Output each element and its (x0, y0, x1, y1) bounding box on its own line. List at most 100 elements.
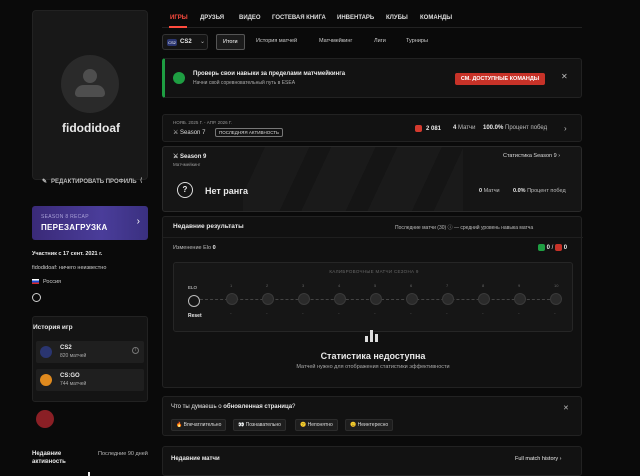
tab-tournaments[interactable]: Турниры (406, 38, 428, 44)
esea-banner: Проверь свои навыки за пределами матчмей… (162, 58, 582, 98)
bar-chart-icon (84, 472, 96, 476)
feedback-question: Что ты думаешь о обновленная страница? (171, 404, 295, 410)
s9-winrate-label: Процент побед (527, 188, 566, 194)
recent-activity-label: Недавние активность (32, 451, 66, 465)
close-icon[interactable]: ✕ (563, 404, 569, 412)
calibration-track: КАЛИБРОВОЧНЫЕ МАТЧИ СЕЗОНА 9 ELO Reset 1… (173, 262, 573, 332)
esea-logo-icon (173, 72, 185, 84)
game-matches: 820 матчей (60, 353, 87, 359)
node-dash: - (338, 311, 340, 317)
tab-leagues[interactable]: Лиги (374, 38, 386, 44)
game-history: История игр CS2 820 матчей i CS:GO 744 м… (32, 316, 148, 402)
swords-icon: ⚔ (173, 154, 181, 160)
season-recap-banner[interactable]: SEASON 8 RECAP ПЕРЕЗАГРУЗКА › (32, 206, 148, 240)
pencil-icon: ✎ (42, 179, 48, 185)
swords-icon: ⚔ (173, 130, 181, 136)
tab-teams[interactable]: КОМАНДЫ (420, 15, 452, 21)
recap-small-label: SEASON 8 RECAP (41, 214, 89, 220)
game-selector[interactable]: CS2 CS2 ⌄ (162, 34, 208, 50)
see-teams-button[interactable]: СМ. ДОСТУПНЫЕ КОМАНДЫ (455, 73, 545, 85)
country-row: Россия (32, 278, 106, 286)
cs2-icon (40, 346, 52, 358)
tab-summary[interactable]: Итоги (216, 34, 245, 50)
node-dash: - (302, 311, 304, 317)
node-label: 2 (266, 283, 269, 288)
share-icon: ⟨ (140, 178, 143, 184)
banner-subtitle: Начни свой соревновательный путь в ESEA (193, 80, 296, 86)
reset-label: Reset (188, 313, 202, 319)
info-icon[interactable]: ⓘ (448, 225, 453, 231)
calibration-node (514, 293, 526, 305)
recent-period-label: Последние 90 дней (98, 451, 148, 457)
question-pre: Что ты думаешь о (171, 404, 224, 410)
elo-number: 2 081 (426, 126, 442, 133)
node-label: 9 (518, 283, 521, 288)
bar-chart-icon (365, 330, 379, 342)
tab-clubs[interactable]: КЛУБЫ (386, 15, 408, 21)
stats-unavailable-subtitle: Матчей нужно для отображения статистики … (296, 364, 450, 370)
chevron-right-icon: › (558, 153, 561, 159)
last-activity-tag: ПОСЛЕДНЯЯ АКТИВНОСТЬ (215, 128, 283, 137)
feedback-panel: Что ты думаешь о обновленная страница? ✕… (162, 396, 582, 436)
season-dates: НОЯБ. 2025 Г. - АПР. 2026 Г. (173, 120, 232, 125)
full-history-link[interactable]: Full match history › (515, 456, 561, 462)
faceit-badge-icon[interactable] (36, 410, 54, 428)
banner-title: Проверь свои навыки за пределами матчмей… (193, 71, 346, 77)
tab-inventory[interactable]: ИНВЕНТАРЬ (337, 15, 374, 21)
calibration-node (550, 293, 562, 305)
tab-games[interactable]: ИГРЫ (170, 15, 188, 21)
recent-results-title: Недавние результаты (173, 223, 244, 230)
feedback-option-confusing[interactable]: 😕 Непонятно (295, 419, 338, 431)
season9-name: Season 9 (180, 154, 207, 160)
node-label: 3 (302, 283, 305, 288)
game-selector-label: CS2 (180, 39, 192, 45)
level-icon (415, 125, 422, 132)
member-since: Участник с 17 сент. 2021 г. (32, 251, 103, 257)
win-icon (538, 244, 545, 251)
elo-node (188, 295, 200, 307)
share-button[interactable]: ⟨ (140, 177, 148, 184)
matches-label: Матчи (458, 125, 476, 131)
recent-period: Последние 90 дней (98, 450, 148, 458)
feedback-option-uninteresting[interactable]: 😐 Неинтересно (345, 419, 394, 431)
node-label: 5 (374, 283, 377, 288)
node-dash: - (266, 311, 268, 317)
game-row-cs2[interactable]: CS2 820 матчей i (36, 341, 144, 363)
tab-matchmaking[interactable]: Матчмейкинг (319, 38, 352, 44)
elo-change: Изменение Elo 0 (173, 245, 216, 251)
tab-guestbook[interactable]: ГОСТЕВАЯ КНИГА (272, 15, 326, 21)
game-row-csgo[interactable]: CS:GO 744 матчей (36, 369, 144, 391)
node-dash: - (410, 311, 412, 317)
feedback-option-informative[interactable]: 👀 Познавательно (233, 419, 286, 431)
season7-row[interactable]: НОЯБ. 2025 Г. - АПР. 2026 Г. ⚔ Season 7 … (162, 114, 582, 142)
csgo-icon (40, 374, 52, 386)
edit-profile-label: РЕДАКТИРОВАТЬ ПРОФИЛЬ (51, 179, 137, 185)
calibration-node (262, 293, 274, 305)
info-icon[interactable]: i (132, 347, 139, 354)
recent-activity-title: Недавние активность (32, 450, 84, 466)
tab-friends[interactable]: ДРУЗЬЯ (200, 15, 224, 21)
decorative-stripes (243, 147, 463, 211)
node-dash: - (518, 311, 520, 317)
elo-value: 2 081 (415, 125, 441, 132)
chevron-right-icon: › (559, 456, 562, 462)
steam-icon[interactable] (32, 293, 41, 302)
recent-results-panel: Недавние результаты Последние матчи (30)… (162, 216, 583, 388)
matches-stat: 4 Матчи (453, 125, 476, 131)
season-stats-link[interactable]: Статистика Season 9 › (503, 153, 560, 159)
losses-value: 0 (563, 245, 568, 252)
win-loss: 0 / 0 (538, 244, 567, 251)
tab-videos[interactable]: ВИДЕО (239, 15, 261, 21)
close-icon[interactable]: ✕ (561, 72, 568, 81)
edit-profile-button[interactable]: ✎ РЕДАКТИРОВАТЬ ПРОФИЛЬ (42, 178, 137, 185)
tab-match-history[interactable]: История матчей (256, 38, 297, 44)
node-label: 1 (230, 283, 233, 288)
question-post: ? (292, 404, 296, 410)
elo-change-label: Изменение Elo (173, 245, 212, 251)
node-dash: - (554, 311, 556, 317)
avatar-head-icon (83, 69, 97, 83)
s9-winrate-value: 0.0% (513, 188, 526, 194)
feedback-option-impressive[interactable]: 🔥 Впечатлительно (171, 419, 227, 431)
avatar-body-icon (75, 85, 105, 97)
loss-icon (555, 244, 563, 251)
